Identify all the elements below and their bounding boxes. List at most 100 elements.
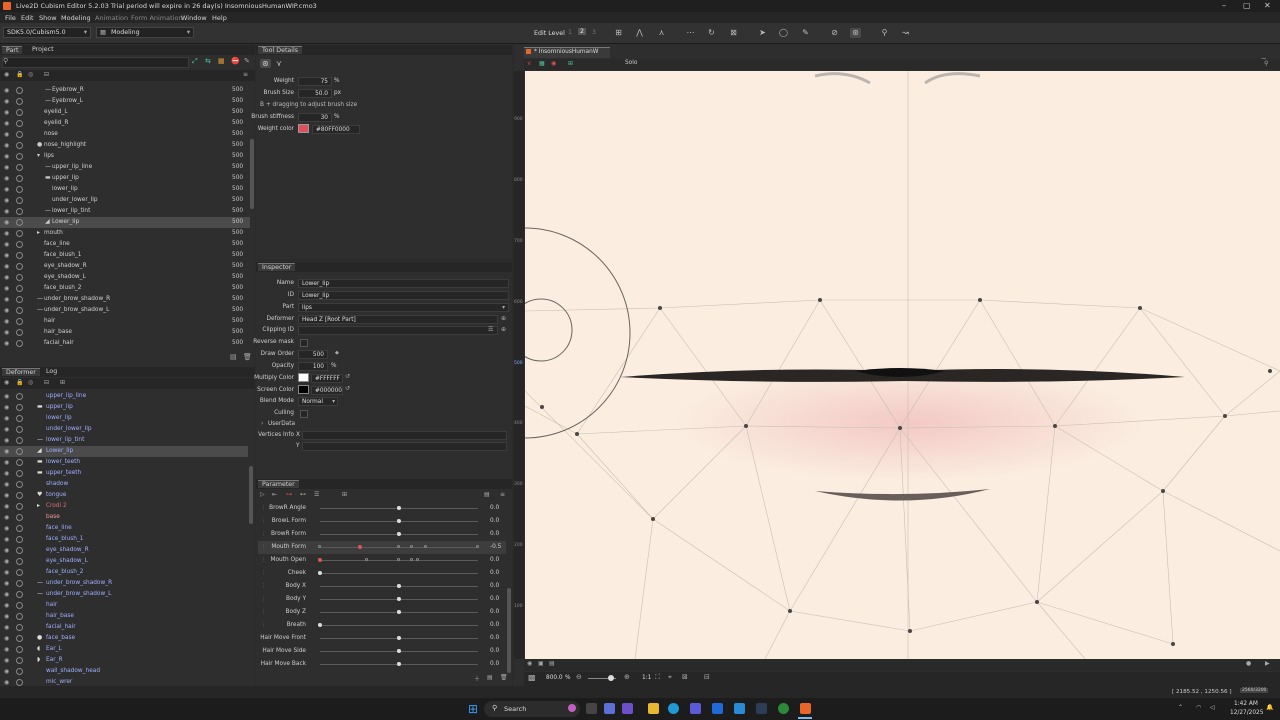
deformer-row[interactable]: ◉ ▬ lower_teeth [0, 457, 248, 468]
folder-icon[interactable]: ▤ [487, 674, 493, 681]
visibility-eye-icon[interactable]: ◉ [4, 415, 9, 422]
trash-icon[interactable]: 🗑 [500, 674, 508, 681]
key-point[interactable] [409, 558, 413, 561]
display-mode-icon[interactable]: ⊟ [704, 673, 710, 681]
parameter-grip-icon[interactable]: ⋮ [261, 531, 266, 537]
folder-icon[interactable]: ▤ [230, 353, 237, 361]
deformer-row[interactable]: ◉ ♥ tongue [0, 490, 248, 501]
layers-icon[interactable]: ▦ [539, 60, 545, 67]
chrome-icon[interactable] [778, 703, 789, 714]
parameter-slider-knob[interactable] [397, 610, 401, 614]
visibility-eye-icon[interactable]: ◉ [4, 241, 9, 248]
stepper-icon[interactable]: ◆ [335, 350, 339, 356]
vertex-y-input[interactable] [302, 442, 507, 451]
lock-toggle-icon[interactable] [16, 437, 23, 444]
lock-toggle-icon[interactable] [16, 175, 23, 182]
reverse-mask-checkbox[interactable] [300, 339, 308, 347]
toggle-icon[interactable]: ◎ [28, 379, 33, 386]
part-row[interactable]: ◉ eye_shadow_L 500 [0, 272, 250, 283]
part-row[interactable]: ◉ ● nose_highlight 500 [0, 140, 250, 151]
lock-toggle-icon[interactable] [16, 219, 23, 226]
screen-color-swatch[interactable] [298, 385, 309, 394]
part-row[interactable]: ◉ lower_lip 500 [0, 184, 250, 195]
fit-icon[interactable]: ⛶ [655, 673, 660, 682]
parameter-slider-knob[interactable] [397, 584, 401, 588]
lock-toggle-icon[interactable] [16, 208, 23, 215]
clock-time[interactable]: 1:42 AM [1234, 701, 1258, 707]
visibility-eye-icon[interactable]: ◉ [4, 252, 9, 259]
reset-icon[interactable]: ↺ [345, 373, 350, 380]
vertex-x-input[interactable] [302, 431, 507, 440]
visibility-eye-icon[interactable]: ◉ [4, 208, 9, 215]
add-parameter-icon[interactable]: ＋ [474, 674, 480, 683]
parameter-row[interactable]: ⋮ Hair Move Front 0.0 [258, 632, 506, 645]
brush-size-input[interactable]: 50.0 [298, 89, 332, 98]
weight-brush-mode-icon[interactable]: ⊛ [260, 59, 271, 68]
parameter-row[interactable]: ⋮ BrowL Form 0.0 [258, 515, 506, 528]
brush-stiffness-input[interactable]: 30 [298, 113, 332, 122]
file-explorer-icon[interactable] [648, 703, 659, 714]
part-row[interactable]: ◉ face_blush_2 500 [0, 283, 250, 294]
wifi-icon[interactable]: ◠ [1196, 704, 1201, 711]
parameter-value[interactable]: 0.0 [490, 661, 499, 667]
sync-icon[interactable]: ⇆ [205, 57, 211, 65]
parameter-value[interactable]: 0.0 [490, 557, 499, 563]
lock-toggle-icon[interactable] [16, 98, 23, 105]
weight-pick-icon[interactable]: ⋎ [276, 59, 282, 68]
live2d-taskbar-icon[interactable] [800, 703, 811, 714]
parameter-slider-knob[interactable] [397, 649, 401, 653]
part-row[interactable]: ◉ under_lower_lip 500 [0, 195, 250, 206]
visibility-eye-icon[interactable]: ◉ [4, 340, 9, 347]
part-row[interactable]: ◉ — Eyebrow_R 500 [0, 85, 250, 96]
lock-toggle-icon[interactable] [16, 285, 23, 292]
camera-icon[interactable]: ◉ [527, 660, 532, 667]
part-filter-input[interactable] [2, 57, 189, 68]
delete-part-icon[interactable]: ⛔ [231, 57, 240, 65]
expand-icon[interactable]: ⤢ [192, 57, 198, 66]
parameter-value[interactable]: 0.0 [490, 648, 499, 654]
parameter-row[interactable]: ⋮ Mouth Form -0.5 [258, 541, 506, 554]
parameter-grip-icon[interactable]: ⋮ [261, 570, 266, 576]
part-row[interactable]: ◉ eye_shadow_R 500 [0, 261, 250, 272]
opacity-input[interactable]: 100 [298, 362, 328, 371]
part-row[interactable]: ◉ ▾ lips 500 [0, 151, 250, 162]
blend-mode-select[interactable]: Normal ▾ [298, 397, 338, 406]
auto-mesh-icon[interactable]: ⋀ [634, 28, 645, 38]
visibility-eye-icon[interactable]: ◉ [4, 120, 9, 127]
lock-toggle-icon[interactable] [16, 426, 23, 433]
key-point[interactable] [397, 545, 400, 548]
notification-icon[interactable]: 🔔 [1266, 704, 1273, 711]
zoom-in-icon[interactable]: ⊕ [624, 673, 630, 681]
lock-toggle-icon[interactable] [16, 87, 23, 94]
outlook-icon[interactable] [712, 703, 723, 714]
visibility-eye-icon[interactable]: ◉ [4, 109, 9, 116]
lock-toggle-icon[interactable] [16, 153, 23, 160]
parameter-row[interactable]: ⋮ Body X 0.0 [258, 580, 506, 593]
parameter-row[interactable]: ⋮ Body Z 0.0 [258, 606, 506, 619]
reset-icon[interactable]: ↺ [345, 385, 350, 392]
key-point[interactable] [397, 558, 400, 561]
part-row[interactable]: ◉ ◢ Lower_lip 500 [0, 217, 250, 228]
lock-toggle-icon[interactable] [16, 318, 23, 325]
weight-brush-icon[interactable]: ⊛ [850, 28, 861, 38]
lock-toggle-icon[interactable] [16, 459, 23, 466]
parameter-slider-knob[interactable] [318, 558, 322, 562]
userdata-label[interactable]: UserData [268, 421, 295, 427]
menu-icon[interactable]: ≡ [243, 71, 248, 78]
visibility-eye-icon[interactable]: ◉ [4, 481, 9, 488]
zoom-slider-knob[interactable] [608, 675, 614, 681]
parameter-grip-icon[interactable]: ⋮ [261, 583, 266, 589]
parameter-row[interactable]: ⋮ BrowR Angle 0.0 [258, 502, 506, 515]
lock-toggle-icon[interactable] [16, 164, 23, 171]
visibility-eye-icon[interactable]: ◉ [4, 329, 9, 336]
parameter-slider-knob[interactable] [397, 597, 401, 601]
parameter-slider-track[interactable] [320, 573, 478, 574]
screen-color-input[interactable]: #000000 [311, 386, 343, 395]
edit-level-3[interactable]: 3 [592, 29, 596, 36]
mesh-edit-icon[interactable]: ⊞ [613, 28, 624, 38]
lock-toggle-icon[interactable] [16, 679, 23, 686]
draw-order-input[interactable]: 500 [298, 350, 328, 359]
hierarchy-icon[interactable]: ⊟ [44, 379, 49, 386]
parameter-value[interactable]: 0.0 [490, 622, 499, 628]
parameter-slider-track[interactable] [320, 625, 478, 626]
